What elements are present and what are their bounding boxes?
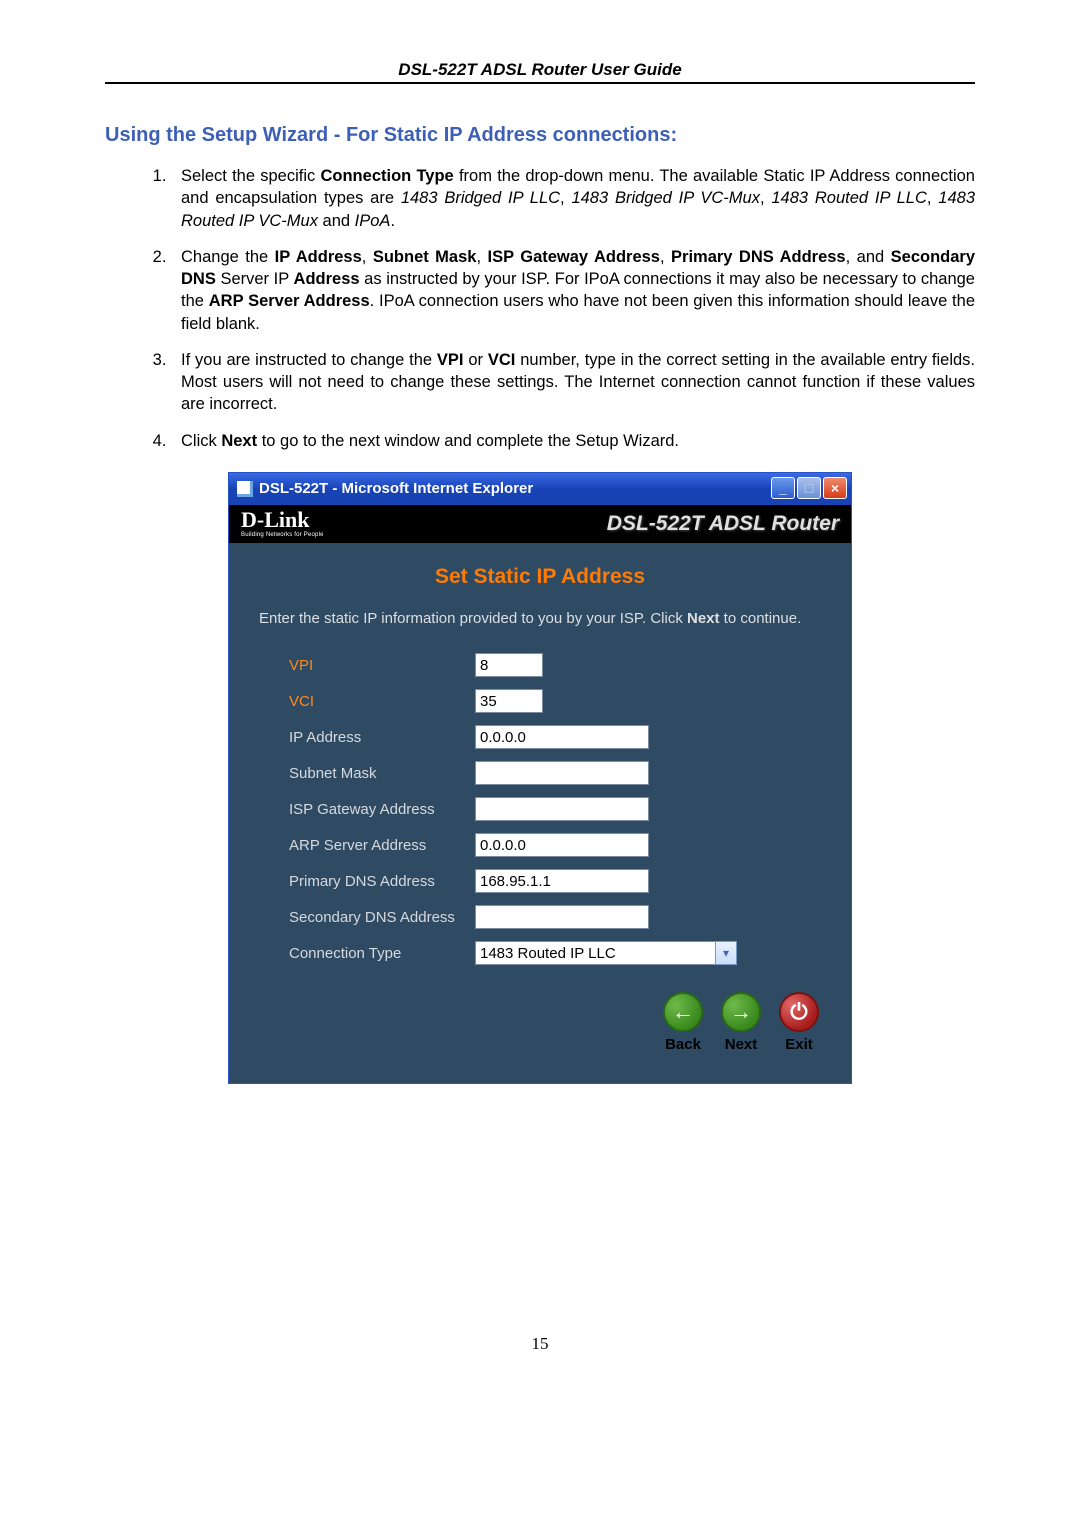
subnet-mask-label: Subnet Mask: [289, 765, 469, 782]
page-header-title: DSL-522T ADSL Router User Guide: [105, 60, 975, 80]
next-button[interactable]: → Next: [717, 992, 765, 1053]
secondary-dns-input[interactable]: [475, 905, 649, 929]
ip-address-label: IP Address: [289, 729, 469, 746]
step-1: Select the specific Connection Type from…: [171, 165, 975, 232]
minimize-button[interactable]: _: [771, 477, 795, 499]
close-button[interactable]: ×: [823, 477, 847, 499]
vpi-input[interactable]: [475, 653, 543, 677]
vpi-label: VPI: [289, 657, 469, 674]
instruction-list: Select the specific Connection Type from…: [105, 165, 975, 452]
page-number: 15: [105, 1334, 975, 1354]
dlink-logo: D-Link Building Networks for People: [241, 509, 324, 538]
arrow-right-icon: →: [721, 992, 761, 1032]
wizard-instruction: Enter the static IP information provided…: [259, 609, 821, 629]
window-buttons: _ □ ×: [771, 477, 847, 499]
vci-input[interactable]: [475, 689, 543, 713]
form-grid: VPI VCI IP Address Subnet Mask ISP Gatew…: [289, 653, 821, 965]
vci-label: VCI: [289, 693, 469, 710]
primary-dns-input[interactable]: [475, 869, 649, 893]
arp-server-input[interactable]: [475, 833, 649, 857]
ie-window: DSL-522T - Microsoft Internet Explorer _…: [228, 472, 852, 1084]
product-name: DSL-522T ADSL Router: [607, 512, 839, 536]
wizard-heading: Set Static IP Address: [259, 565, 821, 589]
connection-type-select[interactable]: 1483 Routed IP LLC ▾: [475, 941, 737, 965]
step-2: Change the IP Address, Subnet Mask, ISP …: [171, 246, 975, 335]
chevron-down-icon[interactable]: ▾: [715, 941, 737, 965]
router-banner: D-Link Building Networks for People DSL-…: [229, 505, 851, 543]
maximize-button[interactable]: □: [797, 477, 821, 499]
back-button[interactable]: ← Back: [659, 992, 707, 1053]
arrow-left-icon: ←: [663, 992, 703, 1032]
isp-gateway-input[interactable]: [475, 797, 649, 821]
wizard-body: Set Static IP Address Enter the static I…: [229, 543, 851, 1083]
exit-button[interactable]: ⏻ Exit: [775, 992, 823, 1053]
wizard-nav-buttons: ← Back → Next ⏻ Exit: [659, 992, 823, 1053]
connection-type-value: 1483 Routed IP LLC: [475, 941, 715, 965]
arp-server-label: ARP Server Address: [289, 837, 469, 854]
connection-type-label: Connection Type: [289, 945, 469, 962]
section-title: Using the Setup Wizard - For Static IP A…: [105, 124, 975, 147]
ie-titlebar: DSL-522T - Microsoft Internet Explorer _…: [229, 473, 851, 505]
secondary-dns-label: Secondary DNS Address: [289, 909, 469, 926]
header-rule: [105, 82, 975, 84]
isp-gateway-label: ISP Gateway Address: [289, 801, 469, 818]
subnet-mask-input[interactable]: [475, 761, 649, 785]
power-icon: ⏻: [779, 992, 819, 1032]
ie-window-title: DSL-522T - Microsoft Internet Explorer: [259, 480, 533, 497]
ie-page-icon: [237, 481, 253, 497]
step-4: Click Next to go to the next window and …: [171, 430, 975, 452]
primary-dns-label: Primary DNS Address: [289, 873, 469, 890]
ip-address-input[interactable]: [475, 725, 649, 749]
step-3: If you are instructed to change the VPI …: [171, 349, 975, 416]
